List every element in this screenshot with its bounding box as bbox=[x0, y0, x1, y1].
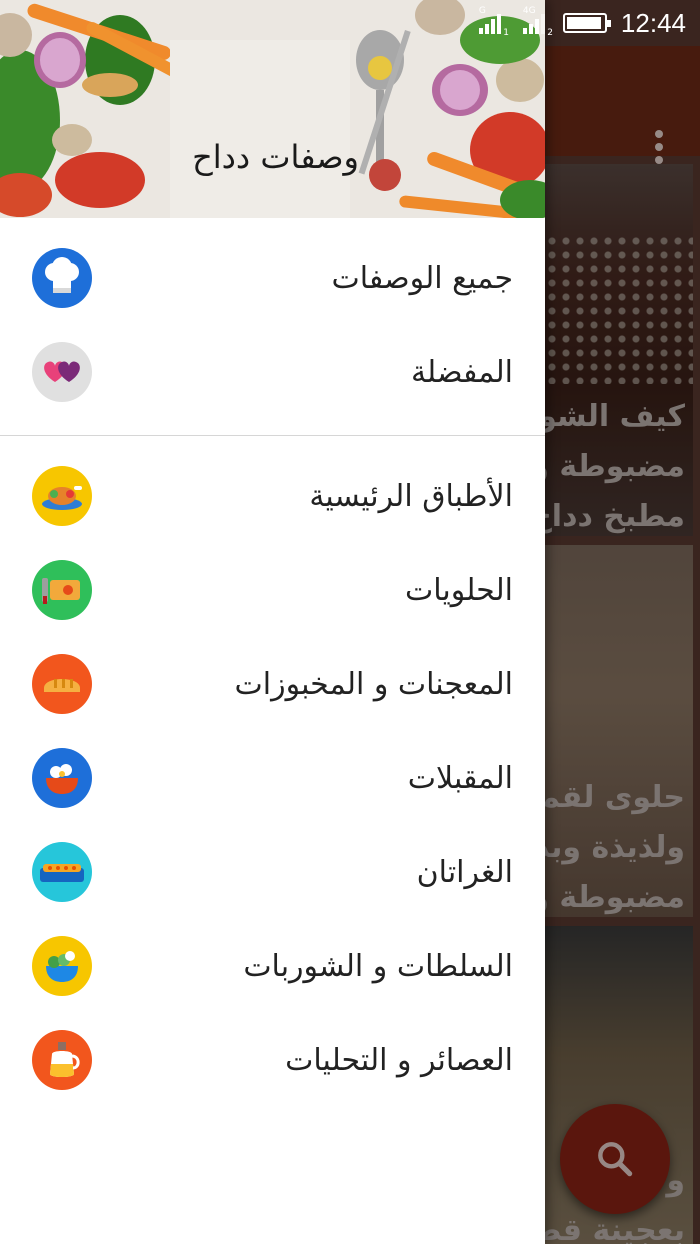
signal-sim2-icon: 4G 2 bbox=[522, 6, 553, 38]
drawer-item-all-recipes[interactable]: جميع الوصفات bbox=[0, 231, 545, 325]
drawer-menu-categories: الأطباق الرئيسية الحلويات المعجنات و الم… bbox=[0, 449, 545, 1107]
drawer-item-gratin[interactable]: الغراتان bbox=[0, 825, 545, 919]
juice-jug-icon bbox=[32, 1030, 92, 1090]
salad-bowl-icon bbox=[32, 936, 92, 996]
drawer-item-juices-sweeteners[interactable]: العصائر و التحليات bbox=[0, 1013, 545, 1107]
drawer-item-label: الأطباق الرئيسية bbox=[309, 478, 513, 514]
signal-sim1-icon: G 1 bbox=[478, 6, 509, 38]
status-bar: G 1 4G 2 12:44 bbox=[0, 0, 700, 46]
gratin-dish-icon bbox=[32, 842, 92, 902]
drawer-item-label: العصائر و التحليات bbox=[285, 1042, 513, 1078]
drawer-item-label: السلطات و الشوربات bbox=[243, 948, 513, 984]
drawer-item-label: جميع الوصفات bbox=[331, 260, 513, 296]
appetizer-bowl-icon bbox=[32, 748, 92, 808]
drawer-item-label: الحلويات bbox=[404, 572, 513, 608]
drawer-item-salads-soups[interactable]: السلطات و الشوربات bbox=[0, 919, 545, 1013]
drawer-item-pastries[interactable]: المعجنات و المخبوزات bbox=[0, 637, 545, 731]
clock: 12:44 bbox=[620, 7, 686, 38]
chef-hat-icon bbox=[32, 248, 92, 308]
drawer-item-favorites[interactable]: المفضلة bbox=[0, 325, 545, 419]
drawer-item-label: المفضلة bbox=[410, 354, 513, 390]
drawer-divider bbox=[0, 435, 545, 436]
drawer-menu-primary: جميع الوصفات المفضلة bbox=[0, 231, 545, 419]
bread-icon bbox=[32, 654, 92, 714]
cake-board-icon bbox=[32, 560, 92, 620]
roast-chicken-icon bbox=[32, 466, 92, 526]
drawer-item-desserts[interactable]: الحلويات bbox=[0, 543, 545, 637]
battery-icon bbox=[562, 13, 611, 33]
hearts-icon bbox=[32, 342, 92, 402]
navigation-drawer: وصفات دداح جميع الوصفات المفضلة الأطباق … bbox=[0, 0, 545, 1244]
drawer-item-label: المقبلات bbox=[407, 760, 513, 796]
drawer-item-label: المعجنات و المخبوزات bbox=[234, 666, 513, 702]
drawer-item-main-dishes[interactable]: الأطباق الرئيسية bbox=[0, 449, 545, 543]
app-screen: كيف الشوكولا مضبوطة و مطبخ دداح حلوى لقم… bbox=[0, 0, 700, 1244]
drawer-item-appetizers[interactable]: المقبلات bbox=[0, 731, 545, 825]
app-title: وصفات دداح bbox=[192, 138, 359, 176]
drawer-item-label: الغراتان bbox=[416, 854, 513, 890]
